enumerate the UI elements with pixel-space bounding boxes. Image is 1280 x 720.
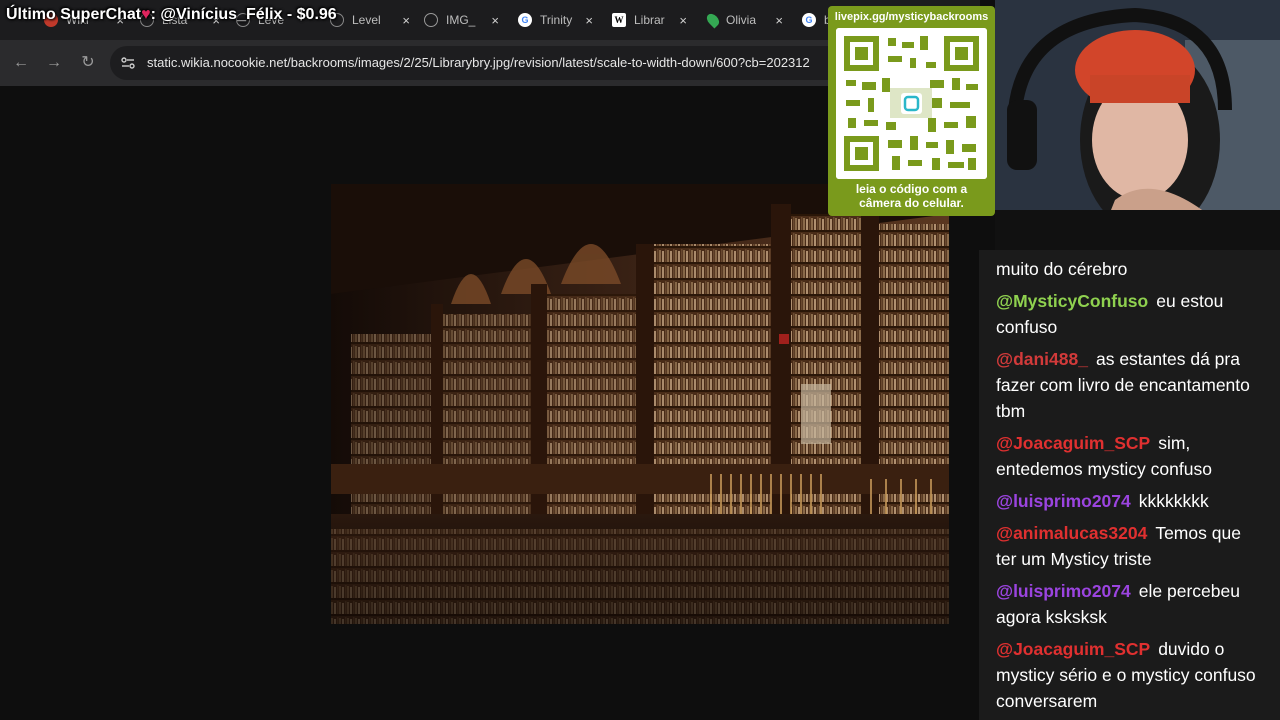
chat-message: @dani488_ as estantes dá pra fazer com li…: [996, 349, 1250, 421]
google-icon: G: [518, 13, 532, 27]
wikipedia-icon: W: [612, 13, 626, 27]
chat-messages: muito do cérebro @MysticyConfuso eu estou…: [996, 258, 1266, 720]
tab-img[interactable]: IMG_ ×: [424, 8, 499, 32]
qr-caption: leia o código com a câmera do celular.: [855, 182, 968, 210]
chat-username[interactable]: @MysticyConfuso: [996, 291, 1148, 311]
last-superchat-banner: Último SuperChat♥: @Vinícius_Félix - $0.…: [6, 6, 337, 23]
qr-url: livepix.gg/mysticybackrooms: [834, 11, 989, 23]
close-icon[interactable]: ×: [585, 13, 593, 28]
maps-pin-icon: [704, 11, 722, 29]
chat-message: @Joacaguim_SCP duvido o mysticy sério e o…: [996, 639, 1256, 711]
close-icon[interactable]: ×: [402, 13, 410, 28]
chat-message: @luisprimo2074 kkkkkkkk: [996, 491, 1209, 511]
chat-username[interactable]: @Joacaguim_SCP: [996, 433, 1150, 453]
close-icon[interactable]: ×: [679, 13, 687, 28]
tab-olivia[interactable]: Olivia ×: [704, 8, 783, 32]
webcam-feed: [995, 0, 1280, 250]
reload-icon[interactable]: ↻: [77, 52, 99, 74]
streamer-webcam-image: [995, 0, 1280, 250]
chat-message: @luisprimo2074 ele percebeu agora ksksksk: [996, 581, 1240, 627]
tab-trinity[interactable]: G Trinity ×: [518, 8, 593, 32]
chat-username[interactable]: @luisprimo2074: [996, 581, 1131, 601]
chat-message: @Joacaguim_SCP sim, entedemos mysticy con…: [996, 433, 1212, 479]
chat-username[interactable]: @dani488_: [996, 349, 1088, 369]
chat-message: @MysticyConfuso eu estou confuso: [996, 291, 1224, 337]
back-arrow-icon[interactable]: ←: [10, 52, 32, 74]
chat-username[interactable]: @Joacaguim_SCP: [996, 639, 1150, 659]
chat-username[interactable]: @luisprimo2074: [996, 491, 1131, 511]
library-photo: [331, 184, 949, 624]
chat-message: @animalucas3204 Temos que ter um Mysticy …: [996, 523, 1241, 569]
close-icon[interactable]: ×: [491, 13, 499, 28]
livepix-qr-card: livepix.gg/mysticybackrooms leia o códig…: [828, 6, 995, 216]
tab-librar[interactable]: W Librar ×: [612, 8, 687, 32]
chat-message-partial: muito do cérebro: [996, 259, 1128, 279]
google-icon: G: [802, 13, 816, 27]
chat-username[interactable]: @animalucas3204: [996, 523, 1147, 543]
forward-arrow-icon[interactable]: →: [43, 52, 65, 74]
url-text[interactable]: static.wikia.nocookie.net/backrooms/imag…: [147, 55, 810, 70]
close-icon[interactable]: ×: [775, 13, 783, 28]
tab-level[interactable]: Level ×: [330, 8, 410, 32]
globe-icon: [424, 13, 438, 27]
live-chat-panel: muito do cérebro @MysticyConfuso eu estou…: [979, 250, 1280, 720]
site-settings-icon[interactable]: [120, 55, 136, 71]
qr-code: [836, 28, 987, 179]
heart-icon: ♥: [141, 6, 151, 23]
